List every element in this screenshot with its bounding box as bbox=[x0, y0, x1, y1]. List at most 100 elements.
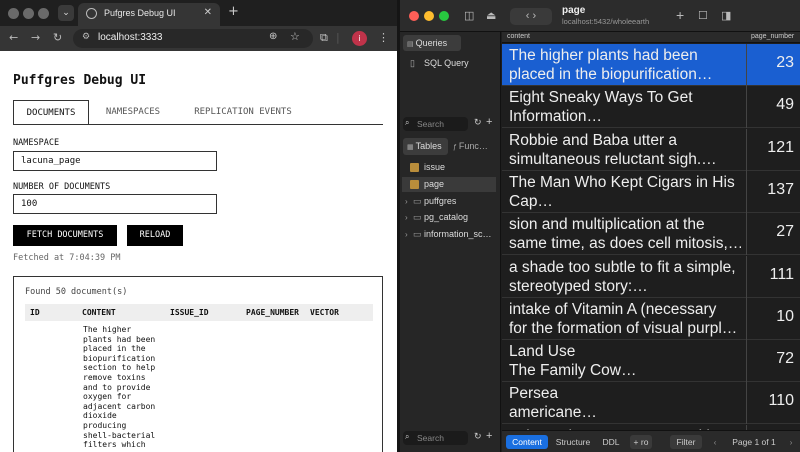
sidebar-toggle-icon[interactable]: ◫ bbox=[464, 9, 474, 22]
content-cell[interactable]: Robbie and Baba utter a simultaneous rel… bbox=[509, 131, 741, 169]
close-window-button[interactable] bbox=[409, 11, 419, 21]
zoom-window-button[interactable] bbox=[439, 11, 449, 21]
queries-tab[interactable]: ▤ Queries bbox=[403, 35, 461, 51]
content-cell[interactable]: The higher plants had been placed in the… bbox=[509, 46, 741, 84]
functions-tab[interactable]: ƒ Func… bbox=[450, 138, 496, 155]
grid-row[interactable]: Robbie and Baba utter a simultaneous rel… bbox=[502, 128, 800, 171]
comment-icon[interactable]: ☐ bbox=[698, 9, 708, 22]
new-tab-icon[interactable]: + bbox=[228, 4, 239, 19]
tab-documents[interactable]: DOCUMENTS bbox=[13, 100, 89, 125]
column-divider bbox=[746, 255, 747, 298]
column-divider bbox=[746, 340, 747, 383]
page-number-cell[interactable]: 110 bbox=[768, 392, 794, 410]
profile-avatar[interactable]: i bbox=[352, 31, 367, 46]
chevron-right-icon[interactable]: › bbox=[405, 227, 408, 242]
schema-item-pg-catalog[interactable]: › ▭ pg_catalog bbox=[402, 210, 496, 225]
table-item-issue[interactable]: issue bbox=[402, 160, 496, 175]
reload-button[interactable]: RELOAD bbox=[127, 225, 183, 246]
content-cell: The higher plants had been placed in the… bbox=[83, 325, 156, 450]
grid-row[interactable]: Persea americane… 110 bbox=[502, 382, 800, 425]
chevron-right-icon[interactable]: › bbox=[405, 194, 408, 209]
grid-row[interactable]: Eight Sneaky Ways To Get Information… 49 bbox=[502, 86, 800, 129]
add-query-icon[interactable]: + bbox=[486, 116, 492, 128]
column-header-content[interactable]: content bbox=[507, 33, 530, 40]
panel-toggle-icon[interactable]: ◨ bbox=[721, 9, 731, 22]
grid-row[interactable]: intake of Vitamin A (necessary for the f… bbox=[502, 297, 800, 340]
queries-search[interactable]: Search bbox=[403, 117, 468, 131]
tab-replication-events[interactable]: REPLICATION EVENTS bbox=[180, 100, 306, 125]
tables-search[interactable]: Search bbox=[403, 431, 468, 445]
grid-row[interactable]: Land Use The Family Cow… 72 bbox=[502, 340, 800, 383]
page-number-cell[interactable]: 121 bbox=[767, 139, 794, 157]
refresh-icon[interactable]: ↻ bbox=[474, 117, 482, 128]
add-row-button[interactable]: + ro bbox=[630, 435, 652, 449]
structure-tab[interactable]: Structure bbox=[552, 435, 594, 449]
schema-item-information-schema[interactable]: › ▭ information_sc… bbox=[402, 227, 496, 242]
add-table-icon[interactable]: + bbox=[486, 430, 492, 442]
content-cell[interactable]: Persea americane… bbox=[509, 384, 741, 422]
extensions-icon[interactable]: ⧉ bbox=[320, 31, 328, 45]
content-cell[interactable]: The Man Who Kept Cigars in His Cap… bbox=[509, 173, 741, 211]
document-count-input[interactable]: 100 bbox=[13, 194, 217, 214]
minimize-window-button[interactable] bbox=[424, 11, 434, 21]
page-number-cell[interactable]: 137 bbox=[767, 181, 794, 199]
back-forward-icon[interactable]: ‹ › bbox=[510, 8, 552, 25]
bookmark-star-icon[interactable]: ☆ bbox=[290, 30, 300, 43]
results-panel: Found 50 document(s) ID CONTENT ISSUE_ID… bbox=[13, 276, 383, 452]
grid-header: content page_number bbox=[502, 32, 800, 43]
schema-item-puffgres[interactable]: › ▭ puffgres bbox=[402, 194, 496, 209]
eject-icon[interactable]: ⏏ bbox=[486, 9, 496, 22]
refresh-icon[interactable]: ↻ bbox=[474, 431, 482, 442]
menu-dots-icon[interactable]: ⋮ bbox=[378, 31, 389, 44]
minimize-window-button[interactable] bbox=[23, 8, 34, 19]
previous-page-icon[interactable]: ‹ bbox=[710, 435, 720, 449]
column-divider bbox=[746, 86, 747, 129]
tab-namespaces[interactable]: NAMESPACES bbox=[92, 100, 174, 125]
page-number-cell[interactable]: 72 bbox=[776, 350, 794, 368]
grid-row[interactable]: sion and multiplication at the same time… bbox=[502, 213, 800, 256]
content-tab[interactable]: Content bbox=[506, 435, 548, 449]
grid-row[interactable]: a shade too subtle to fit a simple, ster… bbox=[502, 255, 800, 298]
sql-query-item[interactable]: ▯ SQL Query bbox=[402, 56, 496, 71]
column-divider bbox=[746, 128, 747, 171]
page-number-cell[interactable]: 49 bbox=[776, 96, 794, 114]
content-cell[interactable]: sion and multiplication at the same time… bbox=[509, 215, 741, 253]
search-icon: ⌕ bbox=[405, 118, 410, 127]
forward-icon[interactable]: → bbox=[31, 31, 40, 44]
site-info-icon[interactable]: ⚙ bbox=[82, 32, 90, 42]
namespace-input[interactable]: lacuna_page bbox=[13, 151, 217, 171]
content-cell[interactable]: intake of Vitamin A (necessary for the f… bbox=[509, 300, 741, 338]
grid-row[interactable]: The higher plants had been placed in the… bbox=[502, 44, 800, 86]
page-number-cell[interactable]: 111 bbox=[770, 266, 794, 284]
content-cell[interactable]: Land Use The Family Cow… bbox=[509, 342, 741, 380]
column-header-page-number[interactable]: page_number bbox=[751, 33, 794, 40]
tables-tab[interactable]: ▦ Tables bbox=[403, 138, 448, 155]
fetch-documents-button[interactable]: FETCH DOCUMENTS bbox=[13, 225, 117, 246]
reload-icon[interactable]: ↻ bbox=[53, 31, 62, 44]
browser-tab[interactable]: Pufgres Debug UI ✕ bbox=[78, 3, 220, 26]
add-icon[interactable]: + bbox=[676, 7, 684, 23]
chevron-right-icon[interactable]: › bbox=[405, 210, 408, 225]
next-page-icon[interactable]: › bbox=[786, 435, 796, 449]
zoom-window-button[interactable] bbox=[38, 8, 49, 19]
filter-button[interactable]: Filter bbox=[670, 435, 702, 449]
tab-search-icon[interactable]: ⌄ bbox=[58, 5, 74, 21]
ddl-tab[interactable]: DDL bbox=[598, 435, 624, 449]
column-header-page-number: PAGE_NUMBER bbox=[246, 308, 299, 317]
schema-label: information_sc… bbox=[424, 229, 492, 239]
grid-row[interactable]: The Man Who Kept Cigars in His Cap… 137 bbox=[502, 170, 800, 213]
url-text: localhost:3333 bbox=[98, 32, 163, 43]
back-icon[interactable]: ← bbox=[9, 31, 18, 44]
zoom-icon[interactable]: ⊕ bbox=[269, 31, 277, 42]
page-number-cell[interactable]: 23 bbox=[776, 54, 794, 72]
close-window-button[interactable] bbox=[8, 8, 19, 19]
column-divider bbox=[746, 213, 747, 256]
table-item-page[interactable]: page bbox=[402, 177, 496, 192]
page-number-cell[interactable]: 10 bbox=[776, 308, 794, 326]
namespace-label: NAMESPACE bbox=[13, 138, 60, 148]
content-cell[interactable]: Eight Sneaky Ways To Get Information… bbox=[509, 88, 741, 126]
content-cell[interactable]: a shade too subtle to fit a simple, ster… bbox=[509, 258, 741, 296]
close-tab-icon[interactable]: ✕ bbox=[204, 7, 212, 18]
address-bar[interactable]: ⚙ localhost:3333 ⊕ ☆ bbox=[73, 29, 313, 48]
page-number-cell[interactable]: 27 bbox=[776, 223, 794, 241]
